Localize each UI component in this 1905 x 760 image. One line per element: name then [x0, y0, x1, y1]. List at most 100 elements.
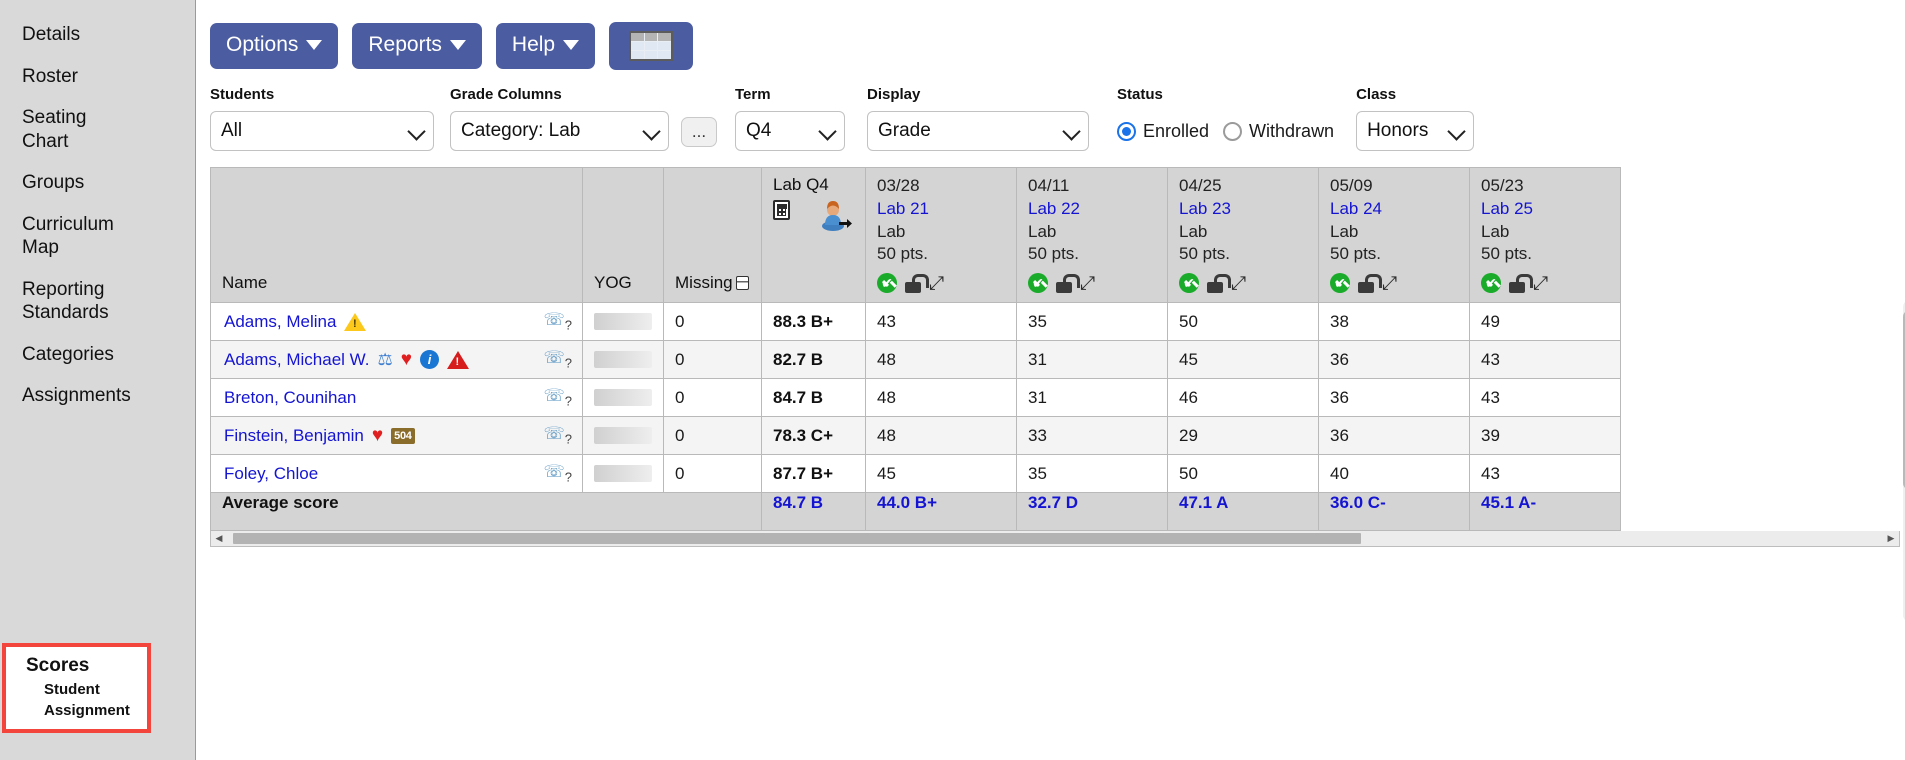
- column-header-assignment-4[interactable]: 05/09 Lab 24 Lab 50 pts. ⤢: [1319, 168, 1470, 303]
- class-select[interactable]: Honors: [1356, 111, 1474, 151]
- scroll-right-arrow-icon[interactable]: ▶: [1883, 533, 1899, 544]
- posted-check-icon[interactable]: [1330, 273, 1350, 293]
- lab-q4-grade-cell[interactable]: 78.3 C+: [762, 417, 866, 455]
- column-header-lab-q4[interactable]: Lab Q4: [762, 168, 866, 303]
- reports-button[interactable]: Reports: [352, 23, 482, 69]
- sidebar-item-reporting-standards[interactable]: Reporting Standards: [0, 269, 120, 334]
- status-radio-enrolled[interactable]: Enrolled: [1117, 121, 1209, 142]
- alert-triangle-icon[interactable]: [447, 351, 469, 369]
- assignment-link[interactable]: Lab 21: [877, 198, 1007, 221]
- sidebar-item-scores-highlighted[interactable]: Scores Student Assignment: [2, 643, 151, 733]
- score-cell[interactable]: 48: [866, 379, 1017, 417]
- score-cell[interactable]: 36: [1319, 379, 1470, 417]
- calculator-icon[interactable]: [773, 200, 790, 220]
- sidebar-item-curriculum-map[interactable]: Curriculum Map: [0, 204, 130, 269]
- column-header-assignment-5[interactable]: 05/23 Lab 25 Lab 50 pts. ⤢: [1470, 168, 1621, 303]
- student-name-link[interactable]: Breton, Counihan: [224, 388, 356, 408]
- horizontal-scrollbar[interactable]: ◀ ▶: [210, 531, 1900, 547]
- sidebar-subitem-student[interactable]: Student: [26, 677, 147, 698]
- score-cell[interactable]: 38: [1319, 303, 1470, 341]
- sidebar-item-groups[interactable]: Groups: [0, 162, 195, 204]
- table-row[interactable]: Breton, Counihan ☏? 0 84.7 B 48 31 46 36…: [211, 379, 1621, 417]
- phone-question-icon[interactable]: ☏?: [544, 387, 573, 407]
- score-cell[interactable]: 50: [1168, 455, 1319, 493]
- score-cell[interactable]: 33: [1017, 417, 1168, 455]
- expand-icon[interactable]: ⤢: [929, 274, 948, 293]
- column-header-yog[interactable]: YOG: [583, 168, 664, 303]
- sidebar-subitem-assignment[interactable]: Assignment: [26, 698, 147, 719]
- phone-question-icon[interactable]: ☏?: [544, 311, 573, 331]
- score-cell[interactable]: 43: [1470, 455, 1621, 493]
- person-transfer-icon[interactable]: [820, 201, 852, 231]
- column-header-assignment-1[interactable]: 03/28 Lab 21 Lab 50 pts. ⤢: [866, 168, 1017, 303]
- score-cell[interactable]: 45: [1168, 341, 1319, 379]
- score-cell[interactable]: 43: [1470, 341, 1621, 379]
- score-cell[interactable]: 35: [1017, 303, 1168, 341]
- column-header-name[interactable]: Name: [211, 168, 583, 303]
- student-name-link[interactable]: Adams, Melina: [224, 312, 336, 332]
- phone-question-icon[interactable]: ☏?: [544, 425, 573, 445]
- column-header-assignment-3[interactable]: 04/25 Lab 23 Lab 50 pts. ⤢: [1168, 168, 1319, 303]
- posted-check-icon[interactable]: [877, 273, 897, 293]
- expand-icon[interactable]: ⤢: [1382, 274, 1401, 293]
- expand-icon[interactable]: ⤢: [1533, 274, 1552, 293]
- assignment-link[interactable]: Lab 23: [1179, 198, 1309, 221]
- 504-badge-icon[interactable]: 504: [391, 428, 414, 444]
- lab-q4-grade-cell[interactable]: 88.3 B+: [762, 303, 866, 341]
- info-icon[interactable]: i: [420, 350, 439, 369]
- score-cell[interactable]: 49: [1470, 303, 1621, 341]
- assignment-link[interactable]: Lab 24: [1330, 198, 1460, 221]
- grid-view-button[interactable]: [609, 22, 693, 70]
- score-cell[interactable]: 45: [866, 455, 1017, 493]
- score-cell[interactable]: 31: [1017, 341, 1168, 379]
- score-cell[interactable]: 43: [1470, 379, 1621, 417]
- horizontal-scroll-thumb[interactable]: [233, 533, 1361, 544]
- scroll-left-arrow-icon[interactable]: ◀: [211, 533, 227, 544]
- expand-icon[interactable]: ⤢: [1080, 274, 1099, 293]
- table-row[interactable]: Foley, Chloe ☏? 0 87.7 B+ 45 35 50 40 43: [211, 455, 1621, 493]
- table-row[interactable]: Adams, Melina ☏? 0 88.3 B+ 43 35 50: [211, 303, 1621, 341]
- heartbeat-icon[interactable]: ♥: [372, 426, 383, 445]
- expand-icon[interactable]: ⤢: [1231, 274, 1250, 293]
- phone-question-icon[interactable]: ☏?: [544, 463, 573, 483]
- lab-q4-grade-cell[interactable]: 82.7 B: [762, 341, 866, 379]
- students-select[interactable]: All: [210, 111, 434, 151]
- score-cell[interactable]: 29: [1168, 417, 1319, 455]
- display-select[interactable]: Grade: [867, 111, 1089, 151]
- sidebar-item-roster[interactable]: Roster: [0, 56, 195, 98]
- grade-columns-more-button[interactable]: ...: [681, 117, 717, 147]
- posted-check-icon[interactable]: [1481, 273, 1501, 293]
- assignment-link[interactable]: Lab 25: [1481, 198, 1611, 221]
- student-name-link[interactable]: Foley, Chloe: [224, 464, 318, 484]
- score-cell[interactable]: 43: [866, 303, 1017, 341]
- column-header-missing[interactable]: Missing: [664, 168, 762, 303]
- sidebar-item-seating-chart[interactable]: Seating Chart: [0, 97, 105, 162]
- score-cell[interactable]: 48: [866, 341, 1017, 379]
- term-select[interactable]: Q4: [735, 111, 845, 151]
- score-cell[interactable]: 46: [1168, 379, 1319, 417]
- table-row[interactable]: Finstein, Benjamin ♥ 504 ☏? 0 78.3 C+ 48…: [211, 417, 1621, 455]
- sidebar-item-details[interactable]: Details: [0, 14, 195, 56]
- grade-columns-select[interactable]: Category: Lab: [450, 111, 669, 151]
- column-header-assignment-2[interactable]: 04/11 Lab 22 Lab 50 pts. ⤢: [1017, 168, 1168, 303]
- score-cell[interactable]: 48: [866, 417, 1017, 455]
- student-name-link[interactable]: Adams, Michael W.: [224, 350, 370, 370]
- assignment-link[interactable]: Lab 22: [1028, 198, 1158, 221]
- scales-icon[interactable]: ⚖: [378, 351, 393, 368]
- posted-check-icon[interactable]: [1179, 273, 1199, 293]
- warning-triangle-icon[interactable]: [344, 313, 366, 331]
- student-name-link[interactable]: Finstein, Benjamin: [224, 426, 364, 446]
- lab-q4-grade-cell[interactable]: 87.7 B+: [762, 455, 866, 493]
- lab-q4-grade-cell[interactable]: 84.7 B: [762, 379, 866, 417]
- table-row[interactable]: Adams, Michael W. ⚖ ♥ i ☏? 0: [211, 341, 1621, 379]
- sidebar-item-assignments[interactable]: Assignments: [0, 375, 195, 417]
- score-cell[interactable]: 35: [1017, 455, 1168, 493]
- status-radio-withdrawn[interactable]: Withdrawn: [1223, 121, 1334, 142]
- unlock-icon[interactable]: [1358, 274, 1374, 293]
- score-cell[interactable]: 36: [1319, 417, 1470, 455]
- sidebar-item-categories[interactable]: Categories: [0, 334, 195, 376]
- score-cell[interactable]: 40: [1319, 455, 1470, 493]
- score-cell[interactable]: 50: [1168, 303, 1319, 341]
- score-cell[interactable]: 36: [1319, 341, 1470, 379]
- heartbeat-icon[interactable]: ♥: [401, 350, 412, 369]
